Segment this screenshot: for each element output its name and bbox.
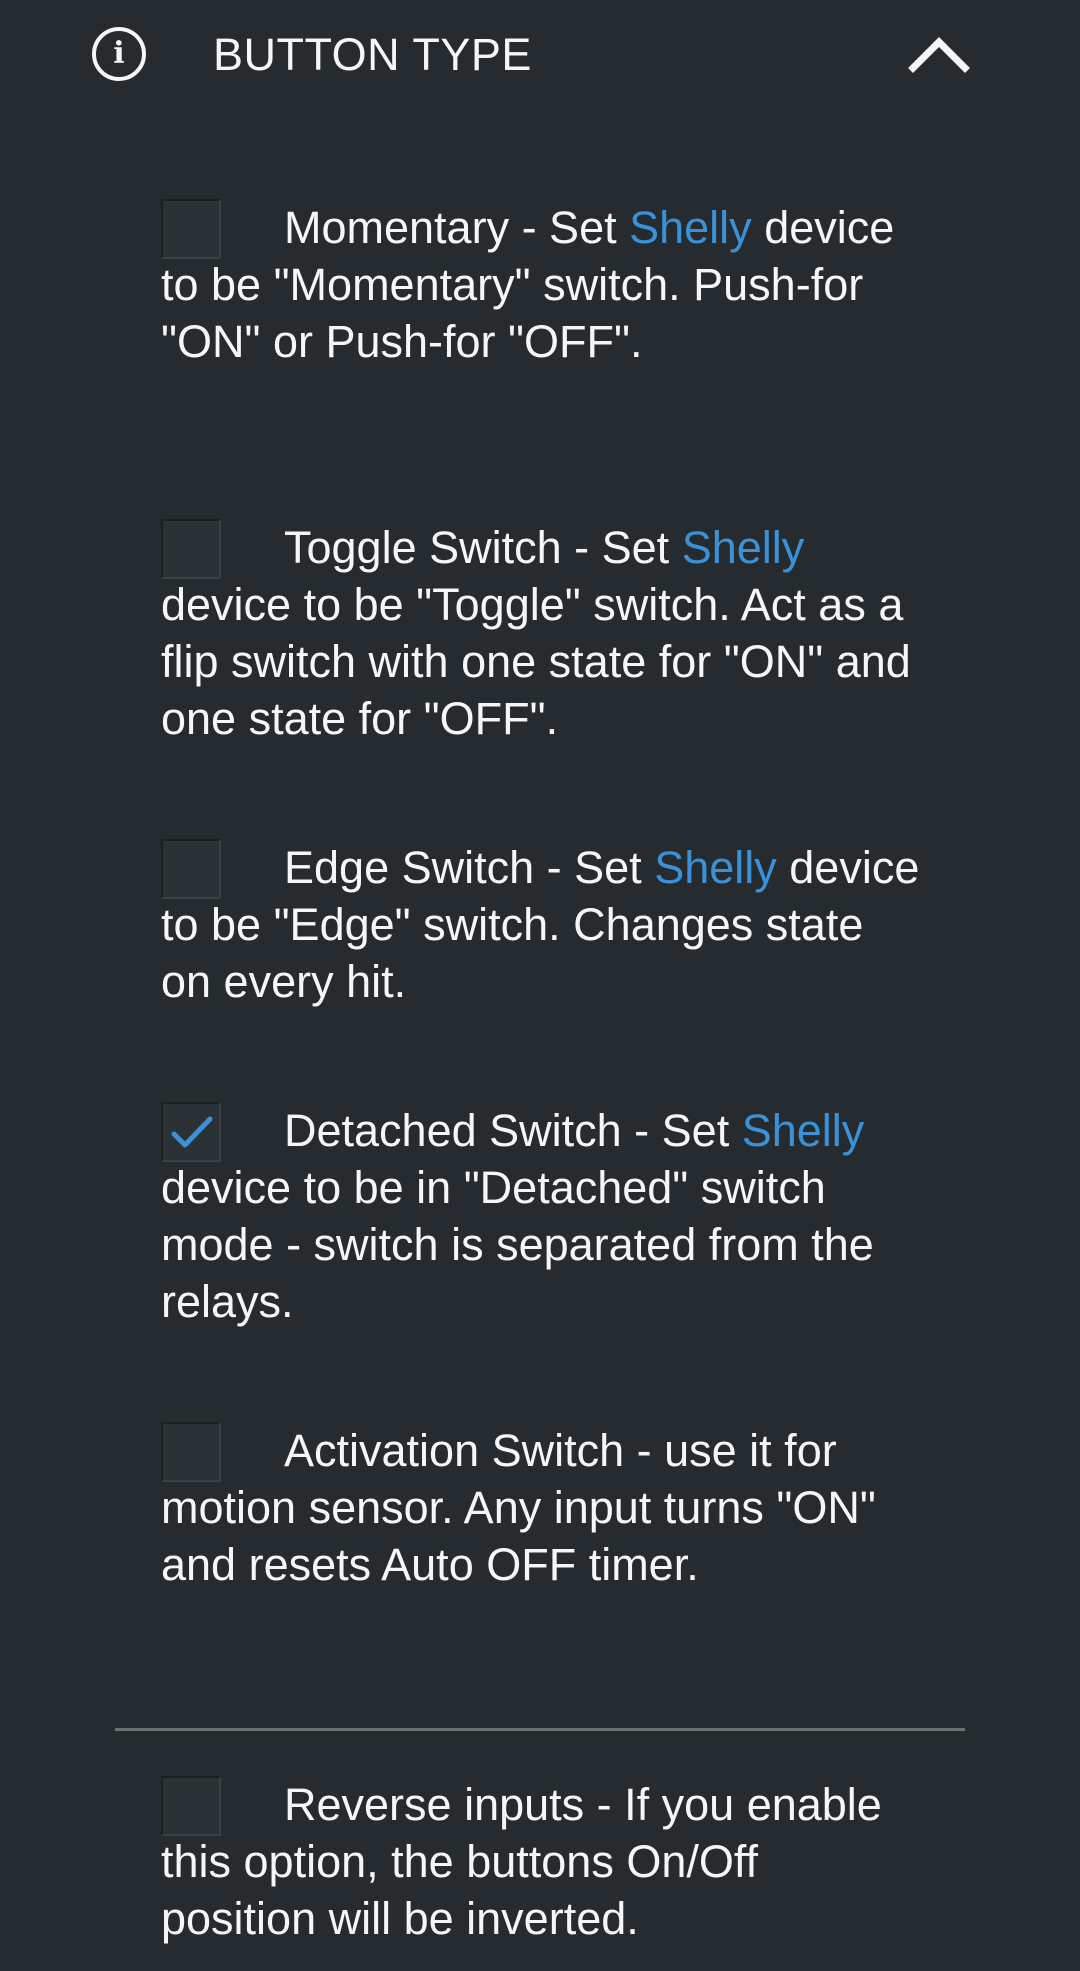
checkbox-activation-switch[interactable] [161,1422,221,1482]
option-description: device to be in "Detached" switch mode -… [161,1162,874,1327]
option-description: device to be "Toggle" switch. Act as a f… [161,579,911,744]
option-momentary-text: Momentary - Set Shelly device to be "Mom… [161,199,921,370]
divider [115,1728,965,1731]
checkbox-detached-switch[interactable] [161,1102,221,1162]
option-activation-switch[interactable]: Activation Switch - use it for motion se… [161,1422,921,1593]
option-toggle-switch[interactable]: Toggle Switch - Set Shelly device to be … [161,519,921,747]
option-label: Momentary - Set [284,202,630,253]
option-activation-switch-text: Activation Switch - use it for motion se… [161,1422,921,1593]
option-edge-switch-text: Edge Switch - Set Shelly device to be "E… [161,839,921,1010]
collapse-button[interactable] [904,25,974,83]
option-detached-switch[interactable]: Detached Switch - Set Shelly device to b… [161,1102,921,1330]
shelly-link[interactable]: Shelly [629,202,752,253]
option-toggle-switch-text: Toggle Switch - Set Shelly device to be … [161,519,921,747]
checkbox-edge-switch[interactable] [161,839,221,899]
checkbox-toggle-switch[interactable] [161,519,221,579]
shelly-link[interactable]: Shelly [654,842,777,893]
option-label: Activation Switch - use it for motion se… [161,1425,876,1590]
shelly-link[interactable]: Shelly [742,1105,865,1156]
checkmark-icon [171,1116,213,1148]
option-label: Toggle Switch - Set [284,522,682,573]
option-label: Edge Switch - Set [284,842,655,893]
option-momentary[interactable]: Momentary - Set Shelly device to be "Mom… [161,199,921,370]
option-label: Detached Switch - Set [284,1105,742,1156]
option-edge-switch[interactable]: Edge Switch - Set Shelly device to be "E… [161,839,921,1010]
info-circle-icon[interactable]: i [92,27,146,81]
section-title: BUTTON TYPE [213,29,532,80]
option-reverse-inputs[interactable]: Reverse inputs - If you enable this opti… [161,1776,921,1947]
section-header[interactable]: i BUTTON TYPE [0,0,1080,110]
checkbox-momentary[interactable] [161,199,221,259]
option-label: Reverse inputs - If you enable this opti… [161,1779,882,1944]
option-reverse-inputs-text: Reverse inputs - If you enable this opti… [161,1776,921,1947]
shelly-link[interactable]: Shelly [682,522,805,573]
checkbox-reverse-inputs[interactable] [161,1776,221,1836]
chevron-up-icon [908,37,970,73]
option-detached-switch-text: Detached Switch - Set Shelly device to b… [161,1102,921,1330]
